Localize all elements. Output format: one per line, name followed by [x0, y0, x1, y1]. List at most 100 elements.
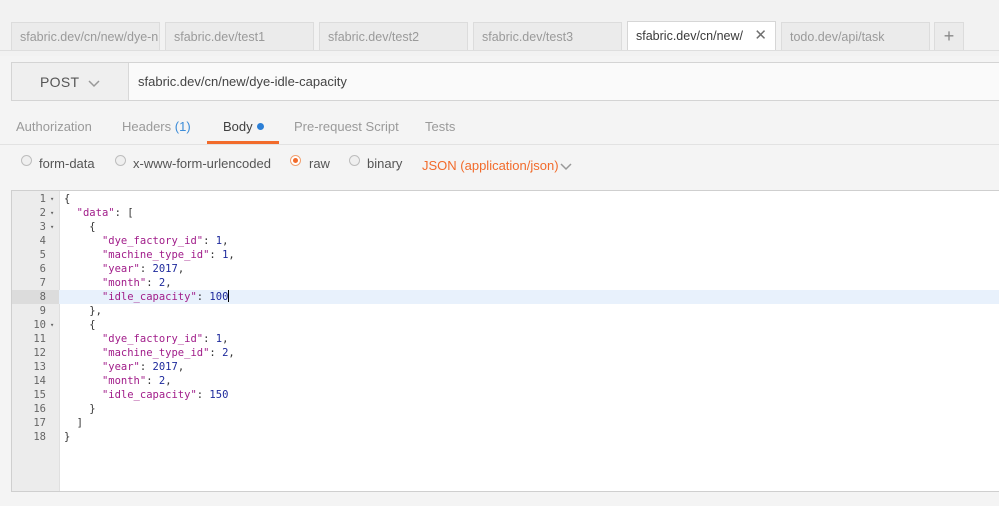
code-line[interactable]: 5 "machine_type_id": 1, [12, 248, 999, 262]
url-input[interactable]: sfabric.dev/cn/new/dye-idle-capacity [138, 74, 347, 89]
json-punctuation: , [165, 277, 172, 289]
fold-arrow-icon[interactable]: ▾ [50, 206, 58, 220]
request-tab-2[interactable]: sfabric.dev/test1 [165, 22, 314, 50]
tab-body[interactable]: Body [223, 119, 264, 134]
content-type-select[interactable]: JSON (application/json) [422, 158, 559, 173]
json-punctuation: , [165, 375, 172, 387]
code-line[interactable]: 14 "month": 2, [12, 374, 999, 388]
json-number: 2017 [152, 361, 178, 373]
text-cursor [228, 290, 230, 302]
json-number: 100 [209, 291, 229, 303]
request-tab-label: sfabric.dev/cn/new/dye-n [20, 30, 159, 44]
tab-tests[interactable]: Tests [425, 119, 455, 134]
request-section-tabs: Authorization Headers (1) Body Pre-reque… [0, 112, 999, 144]
code-line[interactable]: 13 "year": 2017, [12, 360, 999, 374]
request-tab-3[interactable]: sfabric.dev/test2 [319, 22, 468, 50]
json-punctuation: : [139, 361, 153, 373]
code-line[interactable]: 7 "month": 2, [12, 276, 999, 290]
request-tab-bar: sfabric.dev/cn/new/dye-n sfabric.dev/tes… [0, 0, 999, 56]
tab-headers[interactable]: Headers (1) [122, 119, 191, 134]
option-form-data-label[interactable]: form-data [39, 156, 95, 171]
json-key: "year" [101, 263, 140, 275]
json-punctuation: , [228, 347, 235, 359]
chevron-down-icon[interactable] [560, 159, 572, 174]
method-selector[interactable]: POST [12, 63, 129, 100]
code-line[interactable]: 3 ▾ { [12, 220, 999, 234]
code-line[interactable]: 16 } [12, 402, 999, 416]
code-text: "data": [ [64, 206, 134, 220]
json-punctuation: : [196, 291, 210, 303]
method-label: POST [40, 74, 80, 90]
tab-prerequest-script[interactable]: Pre-request Script [294, 119, 399, 134]
code-line[interactable]: 8 "idle_capacity": 100 [12, 290, 999, 304]
json-punctuation: : [139, 263, 153, 275]
json-number: 2017 [152, 263, 178, 275]
json-punctuation: : [146, 375, 159, 387]
code-text: "machine_type_id": 1, [64, 248, 235, 262]
json-key: "month" [101, 375, 147, 387]
request-tab-6[interactable]: todo.dev/api/task [781, 22, 930, 50]
section-divider [0, 144, 999, 145]
code-content[interactable]: 1 ▾{2 ▾ "data": [3 ▾ {4 "dye_factory_id": 1… [12, 192, 999, 444]
tab-bar-divider [0, 50, 999, 51]
option-raw-label[interactable]: raw [309, 156, 330, 171]
line-number: 6 [39, 263, 46, 275]
line-number: 16 [33, 403, 46, 415]
code-editor[interactable]: 1 ▾{2 ▾ "data": [3 ▾ {4 "dye_factory_id": 1… [11, 190, 999, 492]
json-key: "data" [76, 207, 115, 219]
code-line[interactable]: 1 ▾{ [12, 192, 999, 206]
radio-binary[interactable] [349, 155, 360, 166]
code-line[interactable]: 4 "dye_factory_id": 1, [12, 234, 999, 248]
code-text: ] [64, 416, 83, 430]
code-line[interactable]: 9 }, [12, 304, 999, 318]
body-type-options: form-data x-www-form-urlencoded raw bina… [0, 150, 999, 180]
radio-form-data[interactable] [21, 155, 32, 166]
headers-count-badge: (1) [174, 119, 191, 134]
line-number: 18 [33, 431, 46, 443]
request-tab-4[interactable]: sfabric.dev/test3 [473, 22, 622, 50]
json-key: "machine_type_id" [101, 249, 210, 261]
json-punctuation: , [228, 249, 235, 261]
code-text: { [64, 220, 96, 234]
line-number: 9 [39, 305, 46, 317]
code-line[interactable]: 11 "dye_factory_id": 1, [12, 332, 999, 346]
code-line[interactable]: 18} [12, 430, 999, 444]
code-text: } [64, 402, 95, 416]
code-line[interactable]: 15 "idle_capacity": 150 [12, 388, 999, 402]
modified-dot-icon [256, 123, 264, 130]
plus-icon[interactable]: + [934, 22, 964, 50]
json-punctuation: , [177, 361, 185, 373]
radio-urlencoded[interactable] [115, 155, 126, 166]
code-text: { [64, 192, 70, 206]
option-binary-label[interactable]: binary [367, 156, 402, 171]
code-line[interactable]: 17 ] [12, 416, 999, 430]
radio-raw[interactable] [290, 155, 301, 166]
json-punctuation: { [89, 221, 96, 233]
json-punctuation: ] [76, 417, 83, 429]
code-line[interactable]: 2 ▾ "data": [ [12, 206, 999, 220]
tab-authorization[interactable]: Authorization [16, 119, 92, 134]
close-icon[interactable]: ✕ [754, 22, 767, 50]
fold-arrow-icon[interactable]: ▾ [50, 192, 58, 206]
fold-arrow-icon[interactable]: ▾ [50, 318, 58, 332]
code-line[interactable]: 6 "year": 2017, [12, 262, 999, 276]
json-punctuation: : [203, 333, 216, 345]
fold-arrow-icon[interactable]: ▾ [50, 220, 58, 234]
code-line[interactable]: 12 "machine_type_id": 2, [12, 346, 999, 360]
code-text: "dye_factory_id": 1, [64, 332, 228, 346]
json-punctuation: { [64, 193, 71, 205]
json-key: "dye_factory_id" [101, 333, 204, 345]
code-text: "month": 2, [64, 276, 172, 290]
line-number: 8 [12, 290, 59, 304]
line-number: 4 [39, 235, 46, 247]
line-number: 12 [33, 347, 46, 359]
request-tab-1[interactable]: sfabric.dev/cn/new/dye-n [11, 22, 160, 50]
option-urlencoded-label[interactable]: x-www-form-urlencoded [133, 156, 271, 171]
json-punctuation: }, [89, 305, 102, 317]
code-line[interactable]: 10 ▾ { [12, 318, 999, 332]
line-number: 17 [33, 417, 46, 429]
code-text: "idle_capacity": 100 [64, 290, 230, 304]
json-key: "month" [101, 277, 147, 289]
line-number: 11 [33, 333, 46, 345]
request-tab-active[interactable]: sfabric.dev/cn/new/ ✕ [627, 21, 776, 51]
